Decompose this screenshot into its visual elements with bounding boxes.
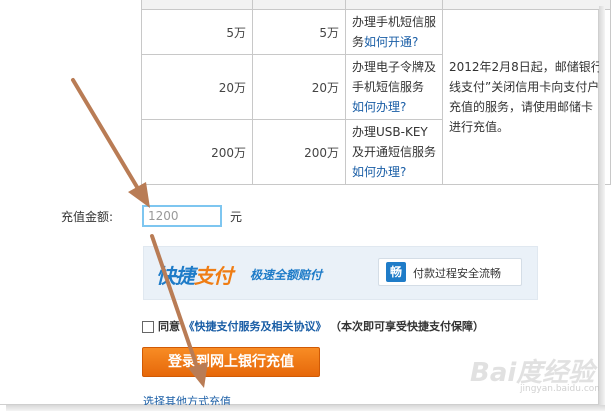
arrow-to-login bbox=[150, 234, 208, 388]
annotation-arrows bbox=[71, 78, 208, 388]
arrow-to-amount bbox=[71, 78, 150, 208]
